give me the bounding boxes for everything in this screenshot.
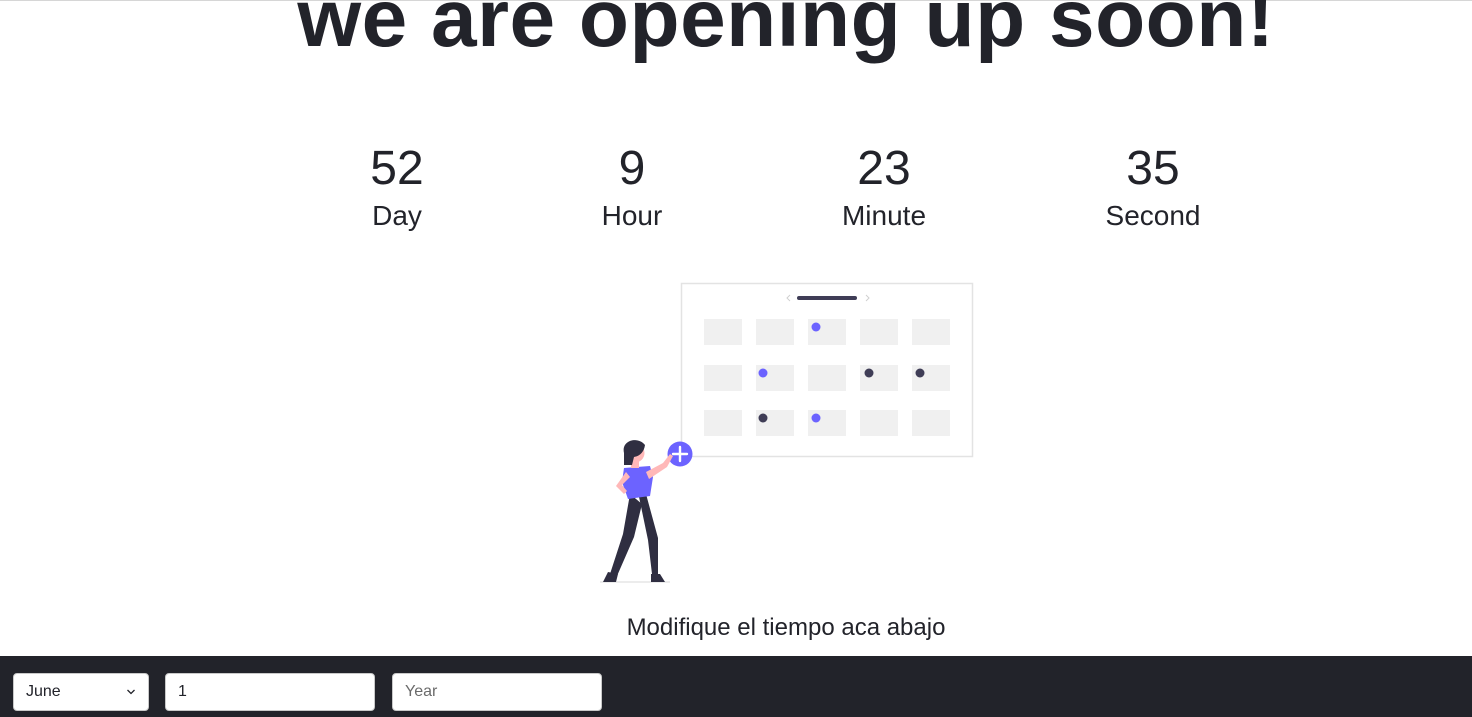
calendar-person-illustration-icon — [600, 282, 974, 583]
countdown-hours: 9 Hour — [532, 140, 732, 234]
seconds-label: Second — [1105, 200, 1201, 231]
minutes-value: 23 — [857, 142, 911, 195]
date-form-bar: June — [0, 656, 1472, 717]
calendar-illustration — [594, 282, 976, 586]
countdown-days: 52 Day — [297, 140, 497, 234]
year-input[interactable] — [392, 673, 602, 711]
seconds-value: 35 — [1126, 142, 1180, 195]
hours-value: 9 — [618, 142, 646, 195]
countdown-seconds: 35 Second — [1053, 140, 1253, 234]
chevron-down-icon — [127, 689, 135, 695]
page-title: we are opening up soon! — [297, 0, 1275, 64]
days-label: Day — [372, 200, 422, 231]
countdown-minutes: 23 Minute — [784, 140, 984, 234]
hours-label: Hour — [601, 200, 663, 231]
days-value: 52 — [370, 142, 424, 195]
countdown: 52 Day 9 Hour 23 Minute 35 Second — [0, 140, 1472, 250]
month-select-value: June — [26, 683, 61, 700]
instruction-text: Modifique el tiempo aca abajo — [626, 614, 946, 641]
day-input[interactable] — [165, 673, 375, 711]
minutes-label: Minute — [841, 200, 927, 231]
month-select[interactable]: June — [13, 673, 149, 711]
